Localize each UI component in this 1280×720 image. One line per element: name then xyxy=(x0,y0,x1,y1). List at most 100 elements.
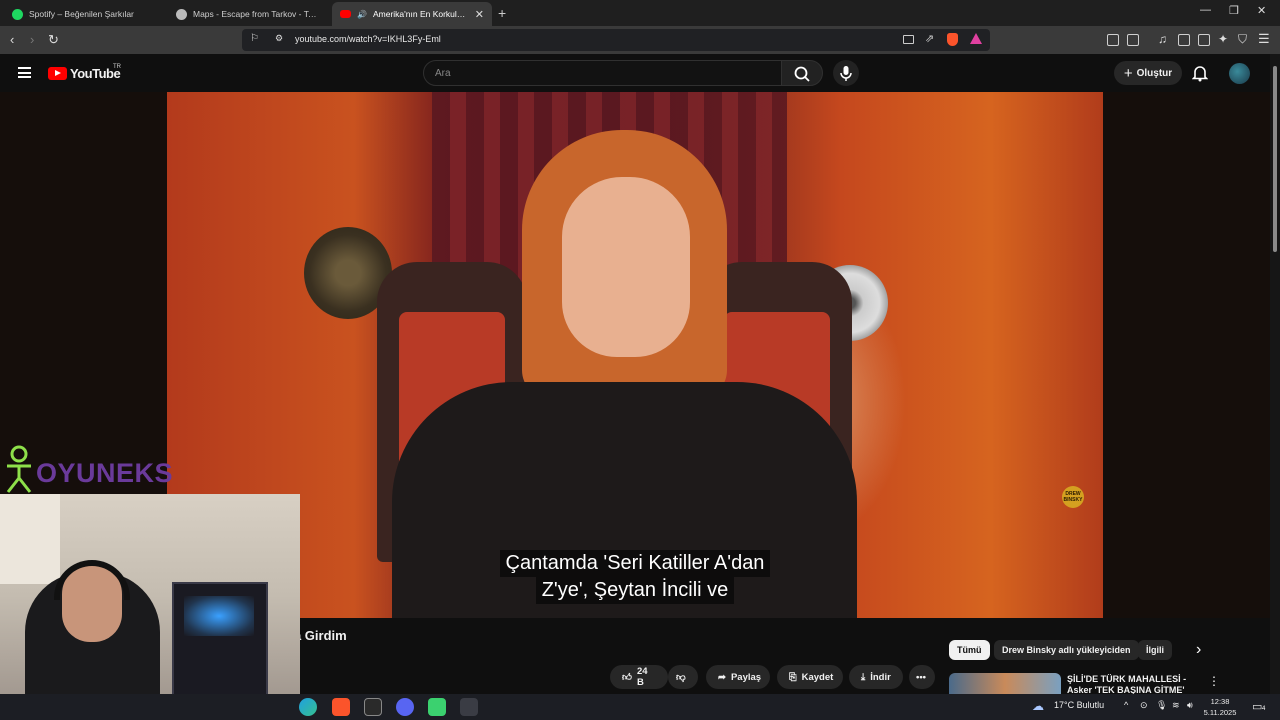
close-tab-icon[interactable]: ✕ xyxy=(475,8,484,21)
thumbs-up-icon: 👍︎ xyxy=(622,672,632,683)
system-clock[interactable]: 12:38 5.11.2025 xyxy=(1200,696,1240,718)
url-text: youtube.com/watch?v=IKHL3Fy-Eml xyxy=(295,34,441,44)
brave-shield-icon[interactable] xyxy=(947,33,958,46)
address-bar[interactable]: ⚐ ⚙ youtube.com/watch?v=IKHL3Fy-Eml ⇗ xyxy=(242,29,990,51)
tab-tarkov[interactable]: Maps - Escape from Tarkov - Tarkov xyxy=(168,2,328,26)
sidebar-icon[interactable] xyxy=(1178,34,1190,46)
caption-line: Z'ye', Şeytan İncili ve xyxy=(535,577,735,604)
share-icon[interactable]: ⇗ xyxy=(925,32,934,45)
search-icon xyxy=(794,66,810,82)
obs-icon[interactable] xyxy=(460,698,478,716)
stream-brand-overlay: OYUNEKS xyxy=(0,444,173,494)
forward-button[interactable]: › xyxy=(30,32,34,47)
network-icon[interactable]: ⊙ xyxy=(1140,700,1148,711)
leo-ai-icon[interactable]: ✦ xyxy=(1218,32,1228,46)
windows-taskbar: ☁ 17°C Bulutlu ^ ⊙ 🎙︎ ≋ 🔊︎ 12:38 5.11.20… xyxy=(0,694,1280,720)
clock-time: 12:38 xyxy=(1210,697,1230,706)
notification-count: 4 xyxy=(1262,706,1266,712)
bot-app-icon[interactable] xyxy=(428,698,446,716)
hamburger-menu-icon[interactable] xyxy=(18,67,31,78)
capcut-icon[interactable] xyxy=(364,698,382,716)
caption-line: Çantamda 'Seri Katiller A'dan xyxy=(499,550,771,577)
microphone-icon xyxy=(840,66,852,81)
plus-icon: + xyxy=(1123,64,1133,82)
channel-watermark[interactable]: DREW BINSKY xyxy=(1062,486,1084,508)
page-scrollbar[interactable] xyxy=(1270,54,1280,694)
wallet-icon[interactable] xyxy=(1198,34,1210,46)
caption-overlay: Çantamda 'Seri Katiller A'dan Z'ye', Şey… xyxy=(167,550,1103,604)
chip-related[interactable]: İlgili xyxy=(1138,640,1172,660)
chevron-right-icon[interactable]: › xyxy=(1196,641,1201,659)
related-video-title[interactable]: ŞİLİ'DE TÜRK MAHALLESİ - Asker 'TEK BAŞI… xyxy=(1067,674,1197,694)
like-count: 24 B xyxy=(636,666,648,688)
extensions-icon[interactable] xyxy=(1107,34,1119,46)
youtube-icon xyxy=(340,10,351,18)
tab-youtube[interactable]: 🔊 Amerika'nın En Korkulan Şeytan ✕ xyxy=(332,2,492,26)
share-button[interactable]: ➦ Paylaş xyxy=(706,665,770,689)
like-button[interactable]: 👍︎ 24 B xyxy=(610,665,668,689)
close-window-button[interactable]: ✕ xyxy=(1257,4,1266,17)
brave-taskbar-icon[interactable] xyxy=(332,698,350,716)
restore-button[interactable]: ❐ xyxy=(1229,4,1239,17)
more-horizontal-icon: ••• xyxy=(916,671,926,683)
wifi-icon[interactable]: ≋ xyxy=(1172,700,1180,711)
speaker-icon: 🔊 xyxy=(357,9,367,19)
edge-icon[interactable] xyxy=(299,698,317,716)
chip-from-uploader[interactable]: Drew Binsky adlı yükleyiciden xyxy=(994,640,1139,660)
volume-icon[interactable]: 🔊︎ xyxy=(1187,700,1193,711)
video-frame-face xyxy=(562,177,690,357)
download-button[interactable]: ⤓ İndir xyxy=(849,665,903,689)
thumbs-down-icon: 👎︎ xyxy=(676,672,686,683)
avatar[interactable] xyxy=(1229,63,1250,84)
bookmark-icon: ⎘ xyxy=(789,671,797,683)
clock-date: 5.11.2025 xyxy=(1203,708,1237,717)
chevron-up-icon[interactable]: ^ xyxy=(1124,700,1128,710)
cloud-icon: ☁ xyxy=(1032,699,1044,713)
brand-logo-icon xyxy=(6,445,32,493)
related-video-thumbnail[interactable] xyxy=(949,673,1061,694)
back-button[interactable]: ‹ xyxy=(10,32,14,47)
spotify-icon xyxy=(12,8,23,20)
country-code: TR xyxy=(113,64,121,70)
weather-text[interactable]: 17°C Bulutlu xyxy=(1054,700,1104,710)
tab-spotify[interactable]: Spotify – Beğenilen Şarkılar xyxy=(4,2,164,26)
scrollbar-thumb[interactable] xyxy=(1273,66,1277,252)
screen: Spotify – Beğenilen Şarkılar Maps - Esca… xyxy=(0,0,1280,720)
notifications-button[interactable] xyxy=(1191,64,1209,87)
discord-icon[interactable] xyxy=(396,698,414,716)
bookmark-icon[interactable]: ⚐ xyxy=(250,33,259,44)
vpn-icon[interactable]: ⛉ xyxy=(1238,32,1247,47)
tarkov-icon xyxy=(176,8,187,20)
notification-center-icon[interactable]: ▭ xyxy=(1252,700,1262,713)
more-vertical-icon[interactable]: ⋮ xyxy=(1208,674,1220,688)
tab-title: Maps - Escape from Tarkov - Tarkov xyxy=(193,9,320,19)
more-actions-button[interactable]: ••• xyxy=(909,665,935,689)
create-button[interactable]: + Oluştur xyxy=(1114,61,1182,85)
create-label: Oluştur xyxy=(1136,67,1173,79)
reload-button[interactable]: ↻ xyxy=(48,32,59,48)
menu-icon[interactable]: ☰ xyxy=(1258,31,1270,47)
save-button[interactable]: ⎘ Kaydet xyxy=(777,665,843,689)
search-button[interactable] xyxy=(781,60,823,86)
search-placeholder: Ara xyxy=(435,68,451,79)
video-player[interactable]: Çantamda 'Seri Katiller A'dan Z'ye', Şey… xyxy=(167,92,1103,618)
microphone-tray-icon[interactable]: 🎙︎ xyxy=(1156,700,1167,711)
youtube-logo[interactable]: YouTube xyxy=(48,66,121,81)
dislike-button[interactable]: 👎︎ xyxy=(668,665,698,689)
download-icon: ⤓ xyxy=(861,671,866,683)
webcam-window xyxy=(0,494,60,584)
voice-search-button[interactable] xyxy=(833,60,859,86)
music-icon[interactable]: ♫ xyxy=(1158,32,1167,46)
site-info-icon[interactable]: ⚙ xyxy=(275,33,283,44)
webcam-headset xyxy=(54,560,130,600)
search-input[interactable]: Ara xyxy=(423,60,782,86)
screenshot-icon[interactable] xyxy=(1127,34,1139,46)
chip-all[interactable]: Tümü xyxy=(949,640,990,660)
minimize-button[interactable]: — xyxy=(1200,4,1211,16)
browser-toolbar: ‹ › ↻ ⚐ ⚙ youtube.com/watch?v=IKHL3Fy-Em… xyxy=(0,26,1280,54)
bell-icon xyxy=(1191,66,1209,82)
cast-icon[interactable] xyxy=(903,35,914,44)
browser-tab-strip: Spotify – Beğenilen Şarkılar Maps - Esca… xyxy=(0,0,1280,26)
new-tab-button[interactable]: + xyxy=(498,5,506,21)
brave-rewards-icon[interactable] xyxy=(970,33,982,44)
